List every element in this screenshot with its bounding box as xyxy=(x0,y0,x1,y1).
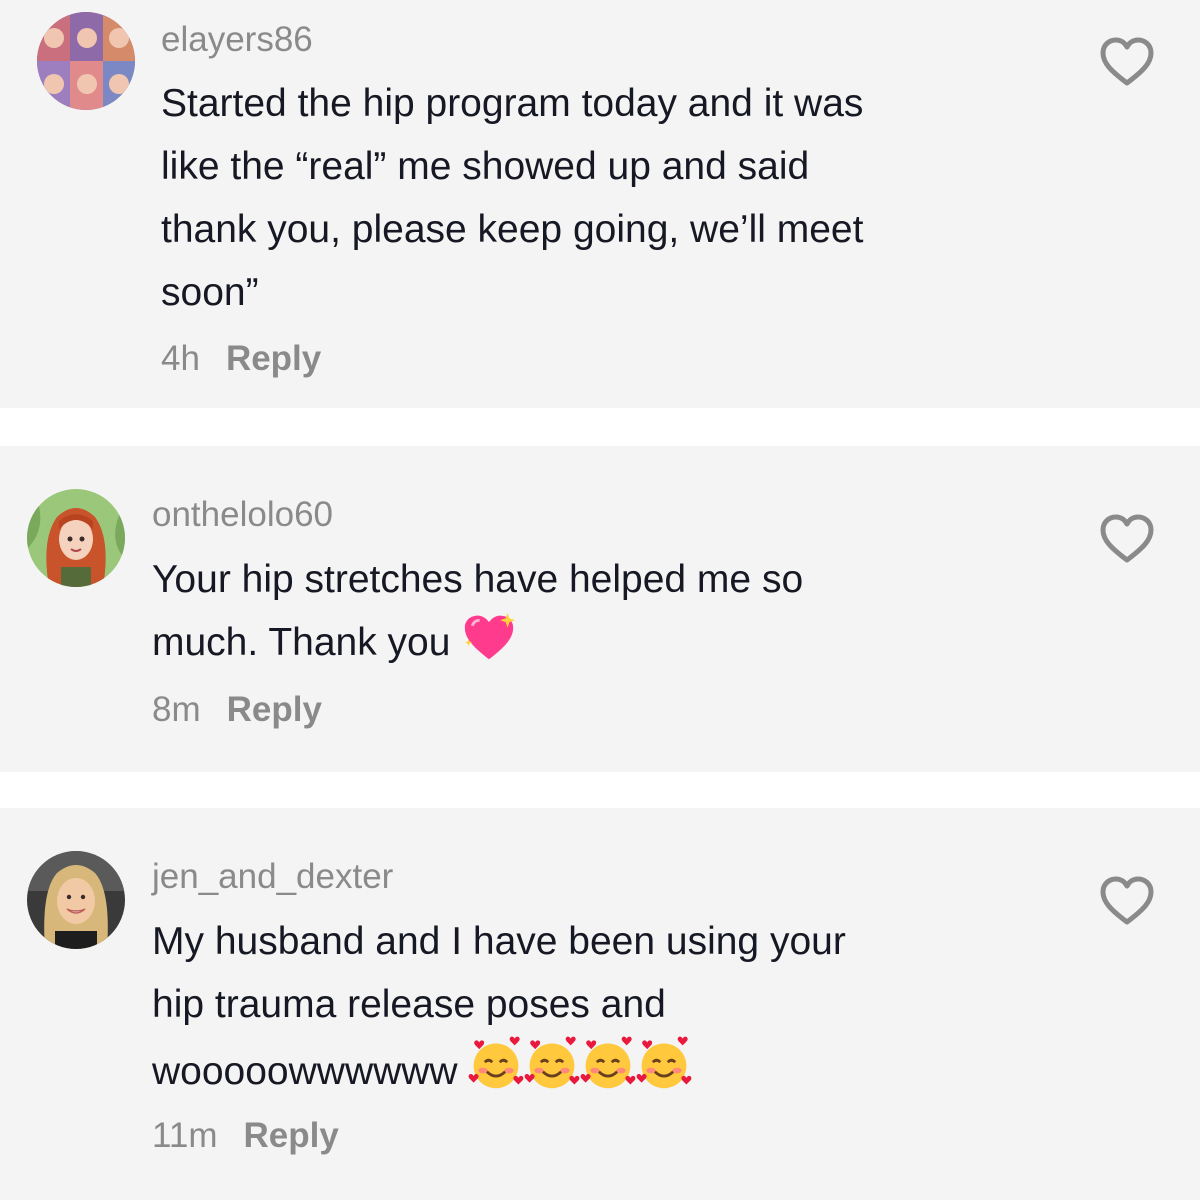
sparkling-heart-icon xyxy=(461,611,517,682)
comment-text-line: Started the hip program today and it was xyxy=(161,82,864,125)
reply-button[interactable]: Reply xyxy=(227,690,322,729)
comment-text-line: soon” xyxy=(161,271,259,314)
smiling-face-with-hearts-icon xyxy=(636,1036,692,1111)
like-heart-icon[interactable] xyxy=(1099,36,1155,88)
avatar-cartoon-redhead-icon[interactable] xyxy=(27,489,125,587)
smiling-face-with-hearts-icon xyxy=(524,1036,580,1111)
comment-item: jen_and_dexter My husband and I have bee… xyxy=(0,808,1200,1200)
comment-username[interactable]: elayers86 xyxy=(161,20,313,60)
comment-text: Started the hip program today and it was… xyxy=(161,72,863,324)
smiling-face-with-hearts-icon xyxy=(580,1036,636,1111)
comment-text-line: like the “real” me showed up and said xyxy=(161,145,810,188)
comment-text-line: Your hip stretches have helped me so xyxy=(152,558,804,601)
comment-text-fragment: wooooowwwwww xyxy=(152,1050,458,1093)
comment-username[interactable]: jen_and_dexter xyxy=(152,857,393,897)
comment-timestamp: 4h xyxy=(161,339,200,378)
comment-text-line: hip trauma release poses and xyxy=(152,983,666,1026)
comment-username[interactable]: onthelolo60 xyxy=(152,495,333,535)
comment-text-line: My husband and I have been using your xyxy=(152,920,846,963)
smiling-face-with-hearts-icon xyxy=(468,1036,524,1111)
comment-meta: 8m Reply xyxy=(152,690,322,730)
avatar-collage-icon[interactable] xyxy=(37,12,135,110)
comment-text: My husband and I have been using your hi… xyxy=(152,910,846,1111)
comment-text: Your hip stretches have helped me so muc… xyxy=(152,548,803,682)
comment-item: elayers86 Started the hip program today … xyxy=(0,0,1200,408)
comment-meta: 11m Reply xyxy=(152,1116,339,1156)
comment-text-line: much. Thank you xyxy=(152,611,803,682)
reply-button[interactable]: Reply xyxy=(244,1116,339,1155)
like-heart-icon[interactable] xyxy=(1099,875,1155,927)
comment-text-line: thank you, please keep going, we’ll meet xyxy=(161,208,864,251)
comment-text-fragment: much. Thank you xyxy=(152,621,451,664)
comment-item: onthelolo60 Your hip stretches have help… xyxy=(0,446,1200,772)
comment-meta: 4h Reply xyxy=(161,339,321,379)
avatar-woman-photo-icon[interactable] xyxy=(27,851,125,949)
comment-timestamp: 11m xyxy=(152,1116,218,1155)
reply-button[interactable]: Reply xyxy=(226,339,321,378)
comment-timestamp: 8m xyxy=(152,690,201,729)
comment-text-line: wooooowwwwww xyxy=(152,1036,846,1111)
like-heart-icon[interactable] xyxy=(1099,513,1155,565)
